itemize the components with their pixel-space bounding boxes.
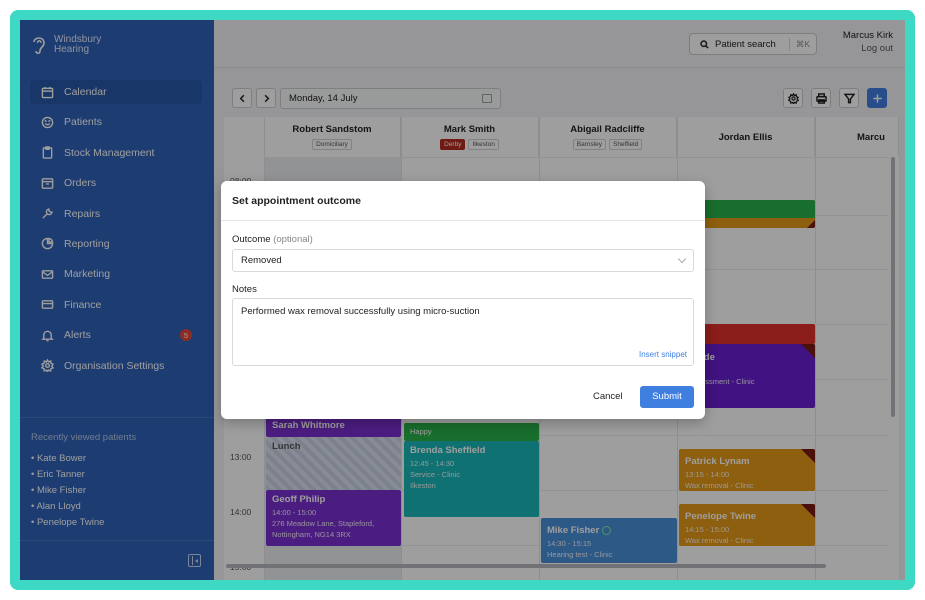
outcome-value: Removed — [241, 255, 282, 266]
modal-title: Set appointment outcome — [232, 195, 361, 207]
insert-snippet-link[interactable]: Insert snippet — [639, 350, 687, 359]
optional-hint: (optional) — [273, 234, 313, 245]
outcome-label: Outcome (optional) — [232, 234, 313, 245]
submit-button[interactable]: Submit — [640, 386, 694, 408]
modal-divider — [221, 220, 705, 221]
outcome-label-text: Outcome — [232, 234, 271, 245]
chevron-down-icon — [677, 254, 687, 264]
notes-value: Performed wax removal successfully using… — [241, 306, 480, 317]
notes-label: Notes — [232, 284, 257, 295]
cancel-button[interactable]: Cancel — [593, 391, 623, 402]
app-window: Windsbury Hearing Calendar Patients Stoc… — [20, 20, 905, 580]
outcome-select[interactable]: Removed — [232, 249, 694, 272]
set-outcome-modal: Set appointment outcome Outcome (optiona… — [221, 181, 705, 419]
notes-textarea[interactable]: Performed wax removal successfully using… — [232, 298, 694, 366]
